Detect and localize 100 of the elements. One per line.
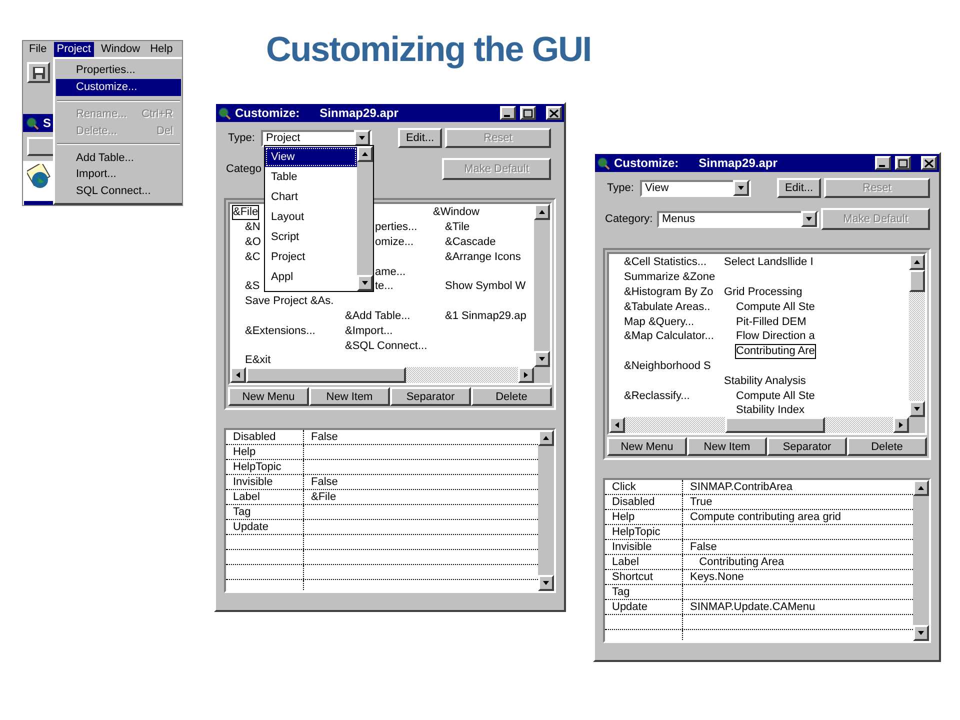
menu-item[interactable]: Import... — [56, 166, 181, 184]
menu-entry[interactable]: Stability Index — [735, 403, 806, 417]
dialog-button[interactable]: Edit... — [398, 128, 442, 148]
menu-entry[interactable]: Compute All Ste — [735, 300, 816, 315]
dropdown-option[interactable]: Appl — [265, 267, 357, 287]
menu-entry[interactable]: &Tabulate Areas.. — [623, 300, 712, 315]
menu-entry[interactable]: &Tile — [444, 220, 471, 236]
dialog-button[interactable]: New Item — [309, 387, 390, 406]
menu-entry[interactable]: E&xit — [244, 353, 272, 367]
menu-entry[interactable]: Compute All Ste — [735, 388, 816, 404]
menu-entry[interactable]: &O — [244, 235, 262, 250]
vertical-scrollbar[interactable] — [534, 204, 550, 367]
menu-entry[interactable]: Pit-Filled DEM — [735, 314, 808, 330]
dropdown-arrow-button[interactable] — [733, 180, 749, 196]
menu-entry[interactable]: &Import... — [344, 324, 394, 339]
menu-bar-item[interactable]: Window — [98, 42, 144, 56]
menu-entry[interactable]: &Window — [432, 205, 480, 220]
menu-entry[interactable]: Save Project &As. — [244, 294, 335, 310]
vertical-scrollbar[interactable] — [909, 254, 925, 417]
scroll-left-button[interactable] — [230, 367, 246, 383]
dialog-button[interactable]: New Menu — [228, 387, 309, 406]
menu-entry[interactable]: &Arrange Icons — [444, 250, 522, 265]
menu-bar-item[interactable]: Help — [147, 42, 176, 56]
horizontal-scrollbar[interactable] — [609, 417, 909, 433]
scroll-up-button[interactable] — [538, 430, 554, 446]
menu-item[interactable]: Properties... — [56, 62, 181, 79]
menu-entry[interactable]: &File — [232, 205, 260, 220]
menu-entry[interactable]: perties... — [374, 220, 418, 236]
menu-entry[interactable]: &Extensions... — [244, 324, 316, 339]
scroll-right-button[interactable] — [893, 417, 909, 433]
menu-entry[interactable]: &Reclassify... — [623, 388, 691, 404]
menu-entry[interactable]: Select Landsllide I — [723, 255, 814, 270]
menu-bar-item[interactable]: File — [26, 42, 50, 56]
menu-entry[interactable]: Grid Processing — [723, 285, 804, 300]
menu-entry[interactable]: Flow Direction a — [735, 329, 816, 344]
menu-entry[interactable]: te... — [374, 279, 394, 294]
menu-entry[interactable]: Contributing Are — [735, 344, 816, 360]
menu-entry[interactable]: Map &Query... — [623, 314, 696, 330]
scrollbar-thumb[interactable] — [909, 270, 925, 292]
scroll-down-button[interactable] — [913, 625, 929, 641]
horizontal-scrollbar[interactable] — [230, 367, 534, 383]
dialog-button[interactable]: Delete — [471, 387, 552, 406]
menu-bar-item[interactable]: Project — [54, 42, 94, 56]
vertical-scrollbar[interactable] — [538, 430, 554, 591]
menu-entry[interactable]: &1 Sinmap29.ap — [444, 308, 528, 324]
menu-entry[interactable]: &Cascade — [444, 235, 497, 250]
maximize-button[interactable] — [895, 156, 911, 170]
scrollbar-thumb[interactable] — [725, 417, 825, 433]
dropdown-option[interactable]: Table — [265, 167, 357, 187]
menu-item[interactable]: SQL Connect... — [56, 183, 181, 200]
dropdown-field[interactable]: Project — [261, 130, 372, 146]
menu-entry[interactable]: &Add Table... — [344, 308, 412, 324]
menu-entry[interactable]: &SQL Connect... — [344, 338, 428, 354]
close-button[interactable] — [921, 156, 937, 170]
menu-entry[interactable]: &Histogram By Zo — [623, 285, 714, 300]
vertical-scrollbar[interactable] — [913, 480, 929, 641]
scroll-down-button[interactable] — [538, 575, 554, 591]
menu-entry[interactable]: ame... — [374, 264, 407, 280]
minimize-button[interactable] — [500, 106, 516, 120]
dropdown-arrow-button[interactable] — [354, 130, 370, 146]
minimize-button[interactable] — [875, 156, 891, 170]
scrollbar-thumb[interactable] — [246, 367, 406, 383]
vertical-scrollbar[interactable] — [357, 146, 373, 291]
dropdown-option[interactable]: Project — [265, 247, 357, 267]
scroll-up-button[interactable] — [534, 204, 550, 220]
menu-entry[interactable]: &Neighborhood S — [623, 358, 712, 374]
scroll-right-button[interactable] — [518, 367, 534, 383]
menu-entry[interactable]: Summarize &Zone — [623, 270, 716, 286]
dropdown-option[interactable]: View — [265, 147, 357, 167]
scroll-up-button[interactable] — [909, 254, 925, 270]
dialog-button[interactable]: New Item — [687, 437, 767, 456]
menu-item[interactable]: Add Table... — [56, 149, 181, 166]
menu-entry[interactable]: Stability Analysis — [723, 374, 807, 389]
menu-entry[interactable]: Show Symbol W — [444, 279, 527, 294]
dropdown-option[interactable]: Layout — [265, 207, 357, 227]
dialog-button[interactable]: Separator — [767, 437, 847, 456]
close-button[interactable] — [546, 106, 562, 120]
menu-entry[interactable]: &N — [244, 220, 262, 236]
menu-entry[interactable]: &C — [244, 250, 262, 265]
dialog-button[interactable]: Delete — [847, 437, 927, 456]
scroll-down-button[interactable] — [534, 351, 550, 367]
dropdown-option[interactable]: Chart — [265, 187, 357, 207]
menu-entry[interactable]: omize... — [374, 235, 415, 250]
menu-item[interactable]: Customize... — [56, 78, 181, 96]
menu-entry[interactable]: &S — [244, 279, 261, 294]
scroll-down-button[interactable] — [357, 275, 373, 291]
menu-entry[interactable]: &Cell Statistics... — [623, 255, 708, 270]
menu-entry[interactable]: &Map Calculator... — [623, 329, 715, 344]
dropdown-field[interactable]: Menus — [657, 210, 819, 228]
scroll-left-button[interactable] — [609, 417, 625, 433]
scroll-up-button[interactable] — [357, 146, 373, 162]
dropdown-arrow-button[interactable] — [801, 211, 817, 227]
dropdown-option[interactable]: Script — [265, 227, 357, 247]
dialog-button[interactable]: Separator — [390, 387, 471, 406]
dialog-button[interactable]: New Menu — [607, 437, 687, 456]
dropdown-field[interactable]: View — [640, 180, 751, 196]
dialog-button[interactable]: Edit... — [777, 178, 821, 198]
maximize-button[interactable] — [520, 106, 536, 120]
save-button[interactable] — [27, 62, 50, 83]
scroll-up-button[interactable] — [913, 480, 929, 496]
